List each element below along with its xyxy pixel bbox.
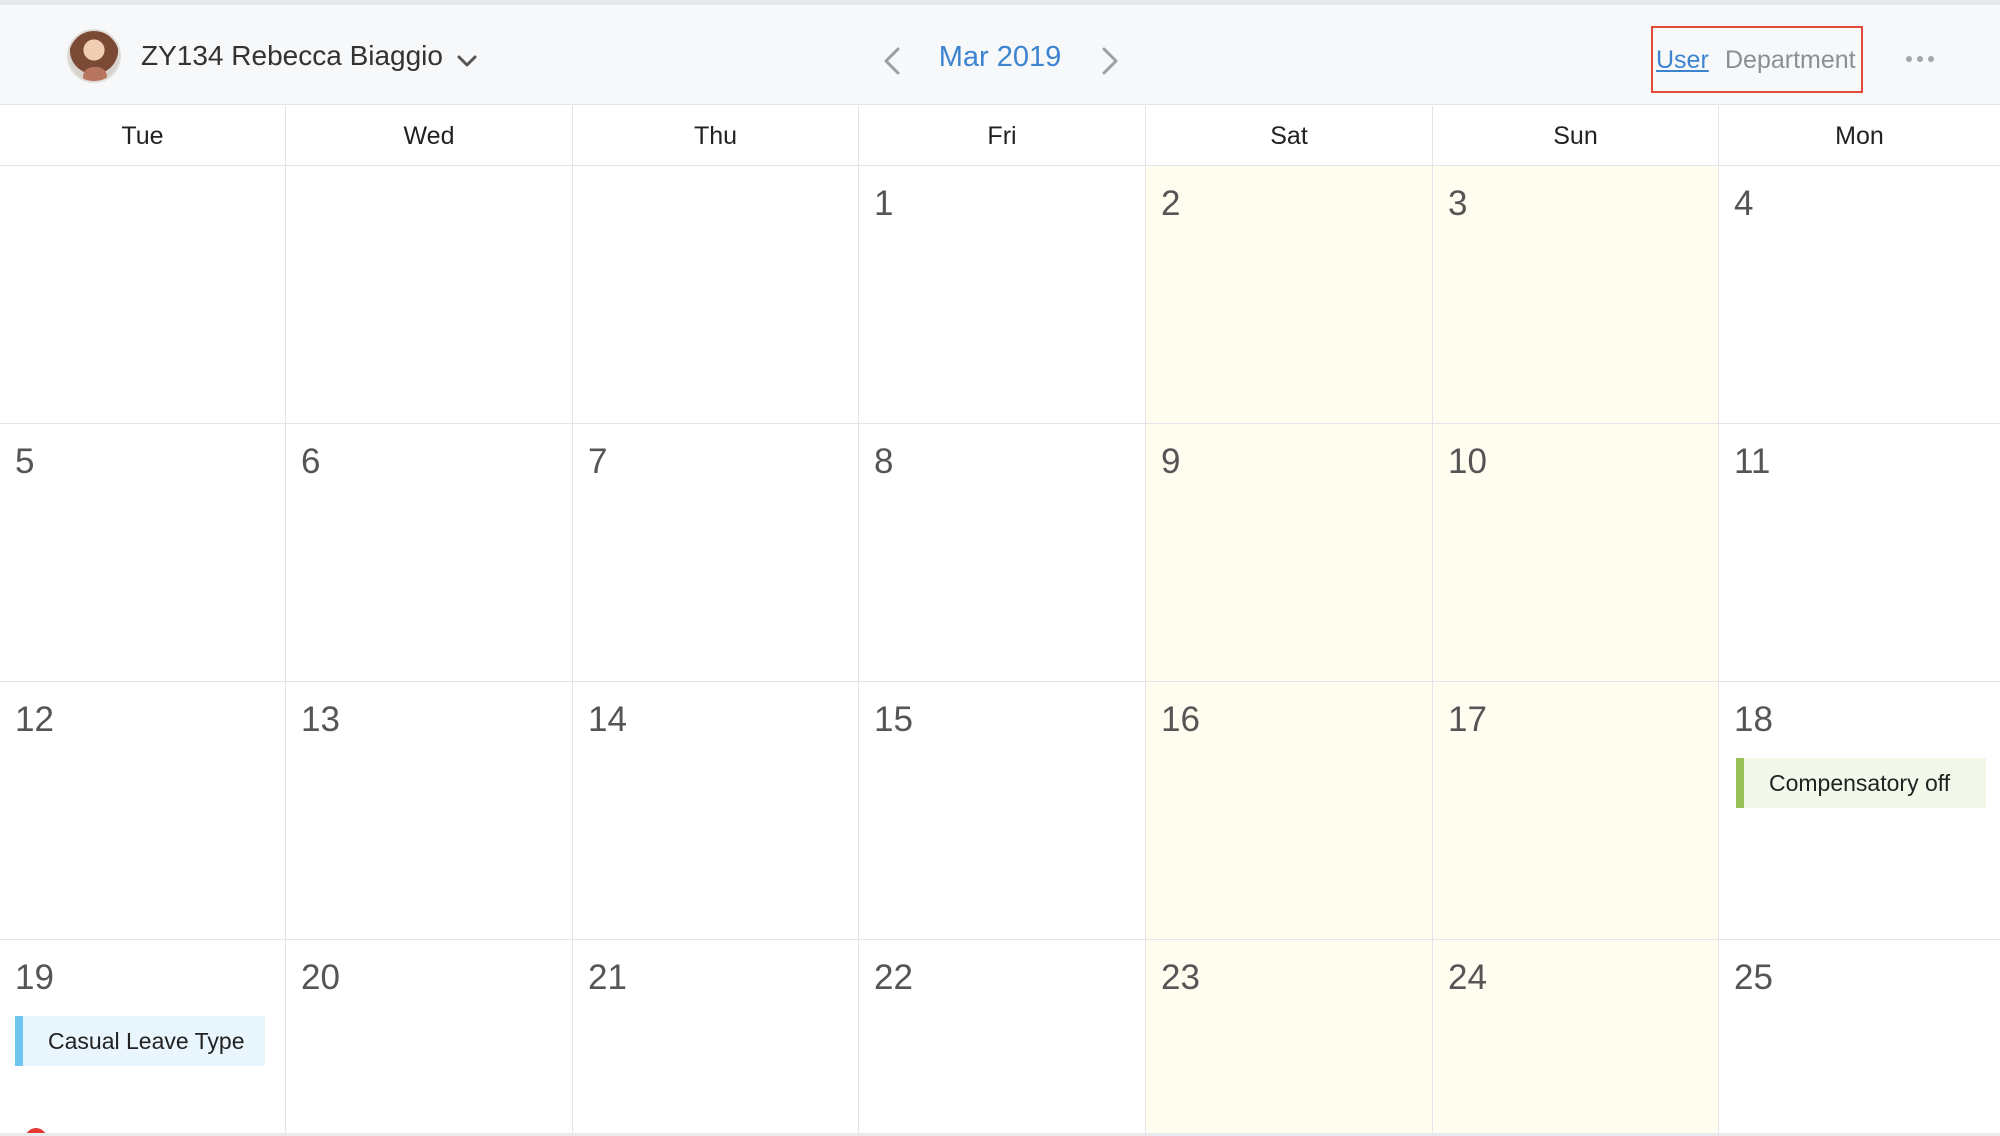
day-number: 25	[1734, 958, 1773, 997]
weekday-header-row: Tue Wed Thu Fri Sat Sun Mon	[0, 106, 2000, 166]
day-cell[interactable]: 8	[859, 424, 1146, 682]
day-cell[interactable]: 12	[0, 682, 286, 940]
day-cell-weekend[interactable]: 2	[1146, 166, 1433, 424]
day-cell-weekend[interactable]: 9	[1146, 424, 1433, 682]
day-number: 6	[301, 442, 321, 481]
day-cell[interactable]: 11	[1719, 424, 2000, 682]
day-cell[interactable]: 7	[573, 424, 859, 682]
more-horizontal-icon[interactable]	[1904, 53, 1936, 65]
day-cell[interactable]: 13	[286, 682, 573, 940]
day-number: 15	[874, 700, 913, 739]
calendar-header: ZY134 Rebecca Biaggio Mar 2019 User Depa…	[0, 5, 2000, 105]
chevron-down-icon[interactable]	[453, 47, 481, 75]
month-title[interactable]: Mar 2019	[920, 41, 1080, 74]
day-cell[interactable]: 5	[0, 424, 286, 682]
day-number: 24	[1448, 958, 1487, 997]
day-cell[interactable]	[573, 166, 859, 424]
day-number: 18	[1734, 700, 1773, 739]
day-number: 8	[874, 442, 894, 481]
day-number: 5	[15, 442, 35, 481]
day-number: 20	[301, 958, 340, 997]
chevron-left-icon[interactable]	[876, 41, 906, 81]
day-cell[interactable]	[0, 166, 286, 424]
day-cell-weekend[interactable]: 16	[1146, 682, 1433, 940]
day-cell-weekend[interactable]: 17	[1433, 682, 1719, 940]
event-casual-leave[interactable]: Casual Leave Type	[15, 1016, 265, 1066]
weekday-header: Thu	[573, 106, 859, 166]
day-cell[interactable]: 18 Compensatory off	[1719, 682, 2000, 940]
event-color-bar	[1736, 758, 1744, 808]
day-number: 17	[1448, 700, 1487, 739]
user-avatar[interactable]	[67, 29, 121, 83]
event-color-bar	[15, 1016, 23, 1066]
day-cell[interactable]: 19 Casual Leave Type	[0, 940, 286, 1136]
event-label: Casual Leave Type	[48, 1028, 245, 1054]
day-number: 9	[1161, 442, 1181, 481]
day-cell[interactable]: 21	[573, 940, 859, 1136]
calendar-grid: 1 2 3 4 5 6 7 8 9 10 11 12 13 14 15 16 1…	[0, 166, 2000, 1136]
day-number: 2	[1161, 184, 1181, 223]
day-number: 22	[874, 958, 913, 997]
day-number: 21	[588, 958, 627, 997]
day-number: 3	[1448, 184, 1468, 223]
day-number: 13	[301, 700, 340, 739]
chevron-right-icon[interactable]	[1096, 41, 1126, 81]
day-cell[interactable]: 25	[1719, 940, 2000, 1136]
day-number: 4	[1734, 184, 1754, 223]
weekday-header: Fri	[859, 106, 1146, 166]
day-cell[interactable]: 6	[286, 424, 573, 682]
day-cell-weekend[interactable]: 24	[1433, 940, 1719, 1136]
day-number: 12	[15, 700, 54, 739]
day-cell[interactable]: 14	[573, 682, 859, 940]
weekday-header: Mon	[1835, 122, 1884, 150]
view-department-link[interactable]: Department	[1725, 46, 1856, 75]
day-cell[interactable]: 20	[286, 940, 573, 1136]
weekday-header: Wed	[286, 106, 573, 166]
user-name[interactable]: ZY134 Rebecca Biaggio	[141, 40, 443, 72]
weekday-header: Tue	[0, 106, 286, 166]
day-number: 19	[15, 958, 54, 997]
day-number: 10	[1448, 442, 1487, 481]
view-user-link[interactable]: User	[1656, 46, 1709, 75]
day-cell[interactable]: 4	[1719, 166, 2000, 424]
day-number: 14	[588, 700, 627, 739]
day-cell[interactable]: 22	[859, 940, 1146, 1136]
day-number: 7	[588, 442, 608, 481]
day-number: 16	[1161, 700, 1200, 739]
day-number: 1	[874, 184, 894, 223]
day-cell-weekend[interactable]: 10	[1433, 424, 1719, 682]
day-number: 23	[1161, 958, 1200, 997]
weekday-header: Sat	[1146, 106, 1433, 166]
day-cell-weekend[interactable]: 3	[1433, 166, 1719, 424]
day-number: 11	[1734, 442, 1771, 481]
day-cell[interactable]: 1	[859, 166, 1146, 424]
day-cell-weekend[interactable]: 23	[1146, 940, 1433, 1136]
event-label: Compensatory off	[1769, 770, 1951, 796]
event-compensatory-off[interactable]: Compensatory off	[1736, 758, 1986, 808]
weekday-header: Sun	[1433, 106, 1719, 166]
view-toggle: User Department	[1651, 26, 1863, 93]
day-cell[interactable]: 15	[859, 682, 1146, 940]
day-cell[interactable]	[286, 166, 573, 424]
